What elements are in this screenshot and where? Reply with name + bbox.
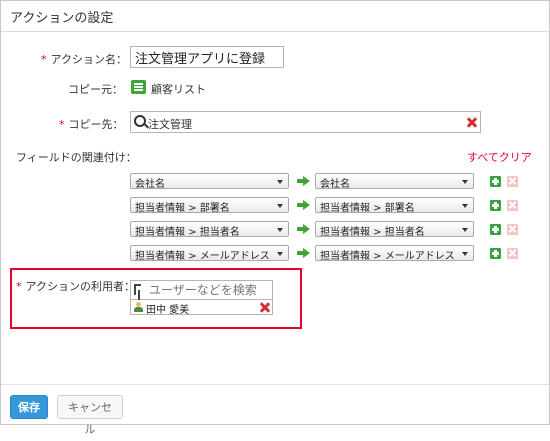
action-settings-dialog: アクションの設定 *アクション名： コピー元： 顧客リスト *コピー先： 注文管… bbox=[0, 0, 550, 436]
target-field-value: 担当者情報 > メールアドレス bbox=[320, 251, 455, 261]
cancel-button[interactable]: キャンセル bbox=[57, 395, 123, 436]
target-field-value: 担当者情報 > 部署名 bbox=[320, 203, 415, 213]
user-icon bbox=[134, 302, 143, 312]
selected-user-name: 田中 愛美 bbox=[146, 305, 190, 316]
selected-user-item: 田中 愛美 bbox=[130, 300, 273, 316]
chevron-down-icon bbox=[462, 204, 468, 208]
chevron-down-icon bbox=[277, 180, 283, 184]
arrow-right-icon bbox=[297, 200, 310, 210]
target-field-select[interactable]: 担当者情報 > メールアドレス bbox=[315, 245, 474, 261]
copy-from-label: コピー元： bbox=[68, 83, 123, 96]
clear-all-link[interactable]: すべてクリア bbox=[467, 149, 532, 165]
add-row-button[interactable] bbox=[490, 200, 501, 211]
save-button[interactable]: 保存 bbox=[10, 395, 48, 419]
source-field-value: 担当者情報 > 担当者名 bbox=[135, 227, 240, 237]
required-mark: * bbox=[16, 280, 22, 293]
clear-copy-to-icon[interactable] bbox=[466, 116, 478, 128]
target-field-select[interactable]: 担当者情報 > 担当者名 bbox=[315, 221, 474, 237]
source-field-value: 担当者情報 > 部署名 bbox=[135, 203, 230, 213]
target-field-value: 担当者情報 > 担当者名 bbox=[320, 227, 425, 237]
app-icon bbox=[131, 80, 146, 94]
target-field-select[interactable]: 担当者情報 > 部署名 bbox=[315, 197, 474, 213]
action-name-label: * アクション名： bbox=[41, 51, 127, 67]
source-field-value: 会社名 bbox=[135, 179, 165, 189]
delete-row-button[interactable] bbox=[507, 176, 518, 187]
chevron-down-icon bbox=[277, 228, 283, 232]
chevron-down-icon bbox=[277, 204, 283, 208]
target-field-value: 会社名 bbox=[320, 179, 350, 189]
remove-user-icon[interactable] bbox=[259, 301, 271, 313]
action-name-input[interactable] bbox=[130, 46, 284, 68]
add-row-button[interactable] bbox=[490, 176, 501, 187]
arrow-right-icon bbox=[297, 176, 310, 186]
copy-to-label: * コピー先： bbox=[59, 116, 124, 132]
action-users-label: * アクションの利用者： bbox=[16, 278, 135, 294]
delete-row-button[interactable] bbox=[507, 200, 518, 211]
arrow-right-icon bbox=[297, 224, 310, 234]
copy-to-label-text: コピー先： bbox=[68, 118, 124, 131]
action-users-label-text: アクションの利用者： bbox=[25, 280, 135, 293]
source-field-select[interactable]: 担当者情報 > メールアドレス bbox=[130, 245, 289, 261]
chevron-down-icon bbox=[462, 180, 468, 184]
add-row-button[interactable] bbox=[490, 224, 501, 235]
arrow-right-icon bbox=[297, 248, 310, 258]
user-search-input[interactable] bbox=[149, 282, 269, 298]
chevron-down-icon bbox=[462, 228, 468, 232]
delete-row-button[interactable] bbox=[507, 224, 518, 235]
source-field-select[interactable]: 担当者情報 > 部署名 bbox=[130, 197, 289, 213]
copy-to-field[interactable]: 注文管理 bbox=[130, 111, 481, 133]
target-field-select[interactable]: 会社名 bbox=[315, 173, 474, 189]
dialog-titlebar: アクションの設定 bbox=[1, 1, 549, 32]
source-field-value: 担当者情報 > メールアドレス bbox=[135, 251, 270, 261]
footer-divider bbox=[1, 384, 549, 385]
copy-from-app-name: 顧客リスト bbox=[151, 83, 206, 96]
chevron-down-icon bbox=[277, 252, 283, 256]
chevron-down-icon bbox=[462, 252, 468, 256]
add-row-button[interactable] bbox=[490, 248, 501, 259]
delete-row-button[interactable] bbox=[507, 248, 518, 259]
search-icon bbox=[134, 115, 146, 127]
field-mapping-label: フィールドの関連付け： bbox=[16, 151, 137, 164]
required-mark: * bbox=[59, 118, 65, 131]
source-field-select[interactable]: 担当者情報 > 担当者名 bbox=[130, 221, 289, 237]
dialog-title: アクションの設定 bbox=[10, 11, 114, 26]
action-name-label-text: アクション名： bbox=[50, 53, 127, 66]
required-mark: * bbox=[41, 53, 47, 66]
user-search-field[interactable] bbox=[130, 280, 273, 300]
copy-to-value: 注文管理 bbox=[148, 118, 192, 131]
org-chart-icon[interactable] bbox=[134, 284, 145, 296]
source-field-select[interactable]: 会社名 bbox=[130, 173, 289, 189]
